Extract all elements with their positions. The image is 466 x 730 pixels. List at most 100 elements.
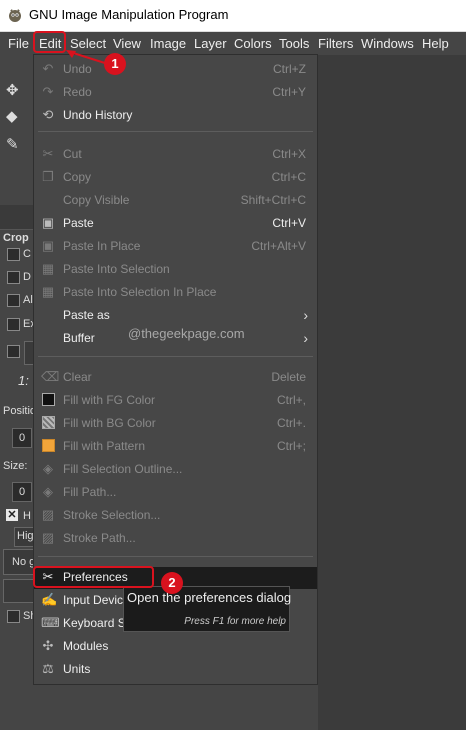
option-checkbox[interactable] xyxy=(7,294,20,307)
menu-item-shortcut: Ctrl+Y xyxy=(272,85,306,99)
tooltip-hint: Press F1 for more help xyxy=(184,616,286,627)
menu-item-shortcut: Ctrl+. xyxy=(276,416,306,430)
highlight-dropdown-value: Hig xyxy=(17,530,34,542)
menu-item-label: Fill with FG Color xyxy=(63,393,156,407)
bg-color-swatch-icon xyxy=(41,416,55,430)
submenu-arrow-icon: › xyxy=(303,307,308,323)
menu-item-label: Paste Into Selection In Place xyxy=(63,285,217,299)
color-picker-tool-icon[interactable]: ✎ xyxy=(6,135,19,153)
menu-image[interactable]: Image xyxy=(150,36,186,51)
guides-dropdown-value: No g xyxy=(12,556,36,568)
menu-item-label: Stroke Path... xyxy=(63,531,136,545)
menu-item-clear[interactable]: ⌫ Clear Delete xyxy=(34,367,317,389)
undo-history-icon: ⟲ xyxy=(42,107,54,122)
menu-item-cut[interactable]: ✂ Cut Ctrl+X xyxy=(34,144,317,166)
clear-icon: ⌫ xyxy=(41,369,60,384)
modules-icon: ✣ xyxy=(42,638,54,653)
undo-icon: ↶ xyxy=(42,61,54,76)
title-bar: GNU Image Manipulation Program xyxy=(0,0,466,32)
move-tool-icon[interactable]: ✥ xyxy=(6,81,19,99)
menu-item-label: Paste xyxy=(63,216,94,230)
option-checkbox[interactable] xyxy=(7,271,20,284)
bucket-fill-tool-icon[interactable]: ◆ xyxy=(6,107,18,125)
menu-filters[interactable]: Filters xyxy=(318,36,353,51)
menu-item-shortcut: Delete xyxy=(271,370,306,384)
copy-icon: ❐ xyxy=(42,169,54,184)
menu-item-label: Keyboard S xyxy=(63,616,126,630)
option-checkbox[interactable] xyxy=(7,345,20,358)
menu-tools[interactable]: Tools xyxy=(279,36,309,51)
menu-item-copy-visible[interactable]: Copy Visible Shift+Ctrl+C xyxy=(34,190,317,212)
menu-item-stroke-path[interactable]: ▨ Stroke Path... xyxy=(34,528,317,550)
redo-icon: ↷ xyxy=(42,84,54,99)
menu-item-stroke-selection[interactable]: ▨ Stroke Selection... xyxy=(34,505,317,527)
position-field[interactable]: 0 xyxy=(12,428,32,448)
highlight-checkbox[interactable]: ✕ xyxy=(6,509,18,521)
guides-dropdown[interactable]: No g xyxy=(3,549,37,575)
menu-item-label: Paste Into Selection xyxy=(63,262,170,276)
aspect-ratio-value: 1: xyxy=(18,373,29,388)
watermark: @thegeekpage.com xyxy=(128,326,245,341)
menu-item-label: Copy Visible xyxy=(63,193,130,207)
paste-in-place-icon: ▣ xyxy=(41,238,55,253)
menu-help[interactable]: Help xyxy=(422,36,449,51)
fg-color-swatch-icon xyxy=(41,393,55,407)
crop-label: Crop xyxy=(3,232,29,244)
menu-item-fill-fg[interactable]: Fill with FG Color Ctrl+, xyxy=(34,390,317,412)
menu-layer[interactable]: Layer xyxy=(194,36,227,51)
highlight-label: H xyxy=(23,510,31,522)
fill-path-icon: ◈ xyxy=(43,484,53,499)
menu-separator xyxy=(38,131,313,132)
menu-item-label: Stroke Selection... xyxy=(63,508,161,522)
stroke-path-icon: ▨ xyxy=(41,530,55,545)
menu-item-copy[interactable]: ❐ Copy Ctrl+C xyxy=(34,167,317,189)
menu-view[interactable]: View xyxy=(113,36,141,51)
menu-item-paste-as[interactable]: Paste as › xyxy=(34,305,317,327)
menu-item-label: Fill with Pattern xyxy=(63,439,146,453)
menu-item-shortcut: Ctrl+X xyxy=(272,147,306,161)
menu-item-label: Fill Path... xyxy=(63,485,117,499)
menu-item-undo-history[interactable]: ⟲ Undo History xyxy=(34,105,317,127)
position-label: Positio xyxy=(3,405,37,417)
keyboard-icon: ⌨ xyxy=(41,615,60,630)
menu-item-paste-into-selection-in-place[interactable]: ▦ Paste Into Selection In Place xyxy=(34,282,317,304)
fill-outline-icon: ◈ xyxy=(43,461,53,476)
menu-item-redo[interactable]: ↷ Redo Ctrl+Y xyxy=(34,82,317,104)
option-checkbox[interactable] xyxy=(7,318,20,331)
menu-item-modules[interactable]: ✣ Modules xyxy=(34,636,317,658)
option-letter: C xyxy=(23,248,31,260)
preferences-highlight-box xyxy=(33,566,154,588)
gimp-logo-icon xyxy=(9,9,21,22)
step-badge-2: 2 xyxy=(161,572,183,594)
option-checkbox[interactable] xyxy=(7,248,20,261)
canvas-area[interactable] xyxy=(318,55,466,730)
units-icon: ⚖ xyxy=(42,661,54,676)
menu-item-fill-path[interactable]: ◈ Fill Path... xyxy=(34,482,317,504)
size-label: Size: xyxy=(3,460,28,472)
menu-separator xyxy=(38,356,313,357)
menu-item-label: Input Devic xyxy=(63,593,124,607)
menu-file[interactable]: File xyxy=(8,36,29,51)
menu-windows[interactable]: Windows xyxy=(361,36,414,51)
menu-item-label: Paste In Place xyxy=(63,239,141,253)
tooltip-text: Open the preferences dialog xyxy=(127,590,292,605)
menu-item-units[interactable]: ⚖ Units xyxy=(34,659,317,681)
menu-item-label: Clear xyxy=(63,370,92,384)
menu-item-paste[interactable]: ▣ Paste Ctrl+V xyxy=(34,213,317,235)
auto-shrink-button[interactable] xyxy=(3,579,37,603)
menu-item-shortcut: Ctrl+V xyxy=(272,216,306,230)
menu-item-fill-pattern[interactable]: Fill with Pattern Ctrl+; xyxy=(34,436,317,458)
tool-options-tab[interactable] xyxy=(0,205,35,230)
menu-item-paste-into-selection[interactable]: ▦ Paste Into Selection xyxy=(34,259,317,281)
menu-item-fill-selection-outline[interactable]: ◈ Fill Selection Outline... xyxy=(34,459,317,481)
stroke-selection-icon: ▨ xyxy=(41,507,55,522)
menu-item-label: Redo xyxy=(63,85,92,99)
menu-item-shortcut: Ctrl+Alt+V xyxy=(251,239,306,253)
menu-item-paste-in-place[interactable]: ▣ Paste In Place Ctrl+Alt+V xyxy=(34,236,317,258)
menu-item-fill-bg[interactable]: Fill with BG Color Ctrl+. xyxy=(34,413,317,435)
size-field[interactable]: 0 xyxy=(12,482,32,502)
menu-colors[interactable]: Colors xyxy=(234,36,272,51)
shrink-merged-checkbox[interactable] xyxy=(7,610,20,623)
menu-item-label: Buffer xyxy=(63,331,95,345)
paste-into-selection-in-place-icon: ▦ xyxy=(41,284,55,299)
